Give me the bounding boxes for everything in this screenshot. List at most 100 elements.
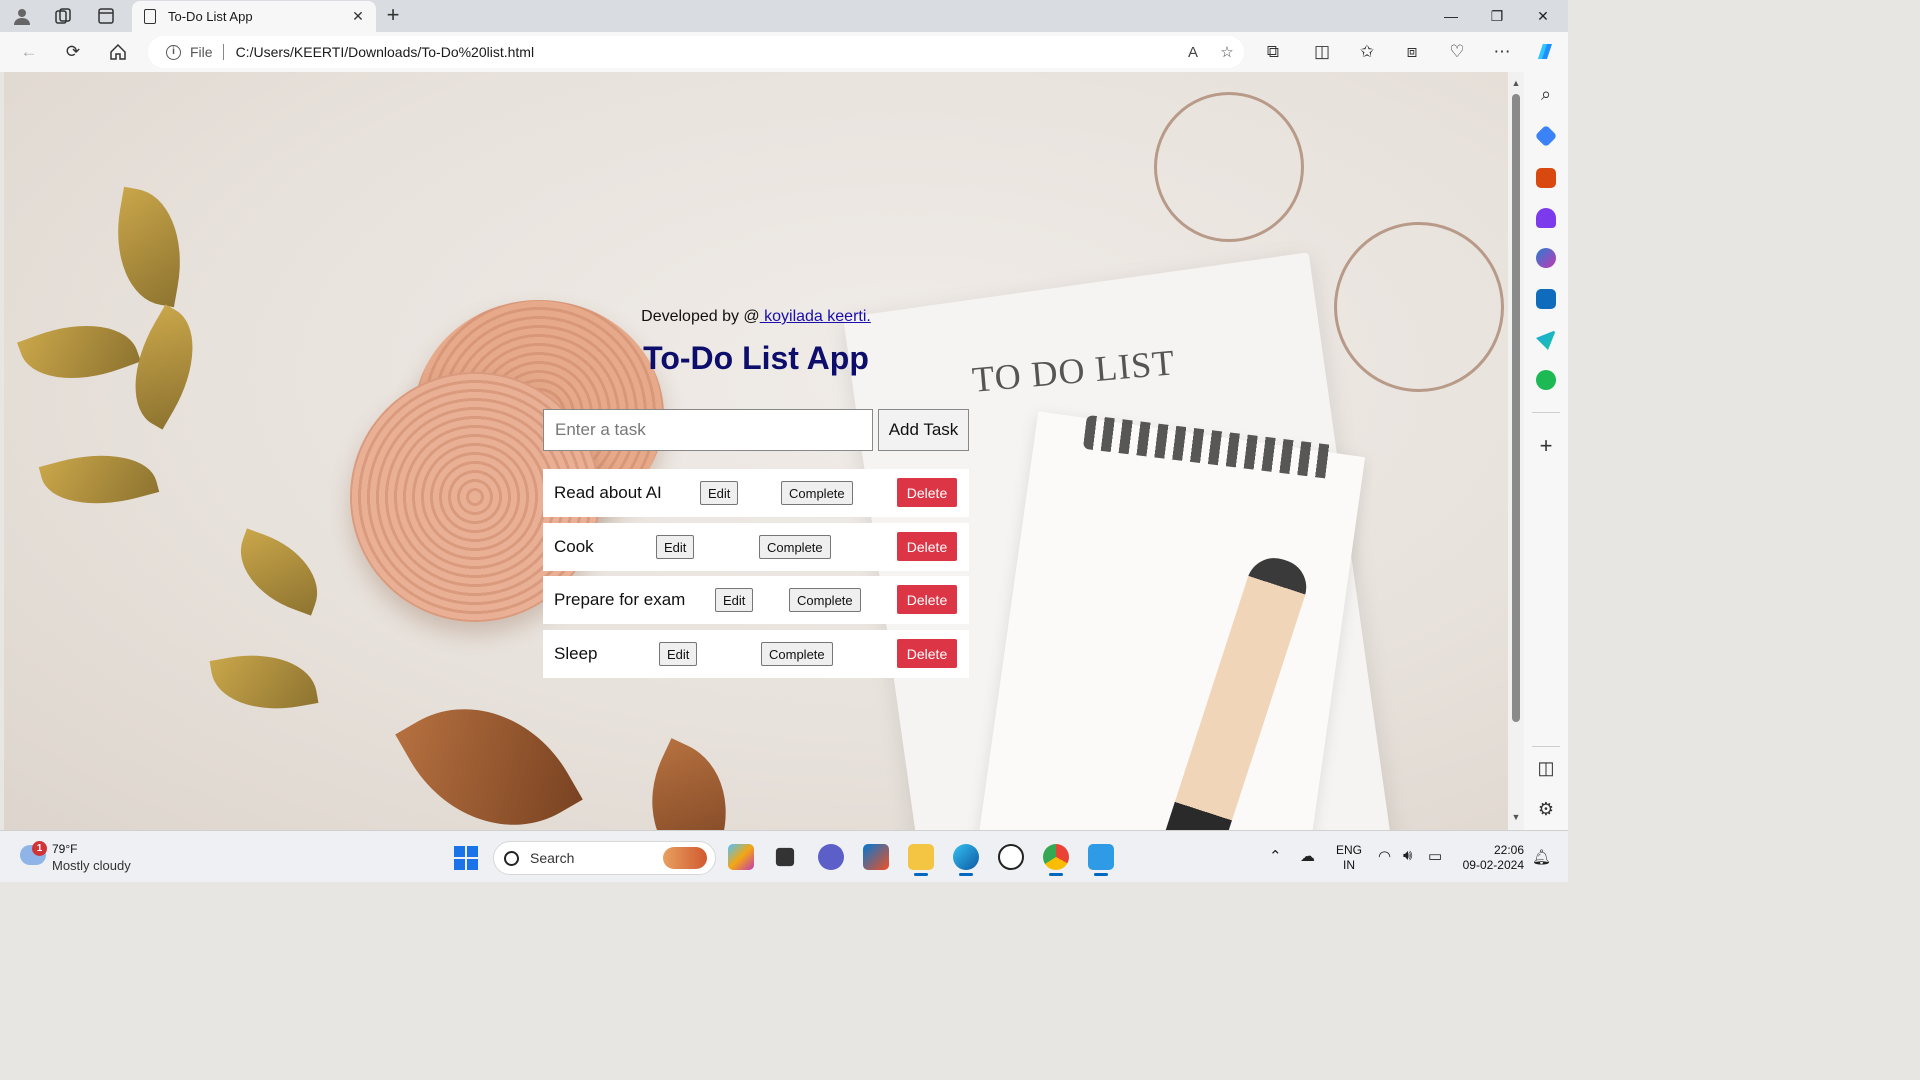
close-tab-icon[interactable]: ✕ [346, 8, 370, 25]
url-scheme: File [190, 44, 213, 60]
region-code: IN [1343, 858, 1355, 872]
refresh-icon[interactable]: ⟳ [58, 38, 88, 66]
volume-icon[interactable]: 🔊︎ [1403, 847, 1412, 864]
browser-tab[interactable]: To-Do List App ✕ [132, 1, 376, 32]
task-item: Sleep Edit Complete Delete [543, 630, 969, 678]
collections-icon[interactable]: ⧈ [1397, 38, 1427, 66]
settings-gear-icon[interactable]: ⚙ [1524, 799, 1568, 820]
tools-icon[interactable] [1536, 168, 1556, 188]
start-windows-icon[interactable] [454, 846, 478, 870]
notepad-icon[interactable] [1088, 844, 1114, 876]
task-input[interactable] [543, 409, 873, 451]
credit-prefix: Developed by @ [641, 308, 760, 325]
leaf-decoration [395, 669, 583, 830]
add-task-button[interactable]: Add Task [878, 409, 969, 451]
restore-icon[interactable]: ❐ [1474, 4, 1520, 28]
favorite-star-icon[interactable]: ☆ [1210, 43, 1244, 61]
leaf-decoration [226, 528, 332, 616]
more-menu-icon[interactable]: ⋯ [1487, 38, 1517, 66]
delete-button[interactable]: Delete [897, 532, 957, 561]
complete-button[interactable]: Complete [781, 481, 853, 505]
task-item: Cook Edit Complete Delete [543, 523, 969, 571]
tab-title: To-Do List App [168, 9, 253, 24]
file-explorer-icon[interactable] [908, 844, 934, 876]
page-scrollbar[interactable]: ▲ ▼ [1508, 72, 1524, 830]
send-icon[interactable] [1536, 330, 1556, 350]
page-icon [144, 9, 156, 24]
dell-icon[interactable] [998, 844, 1024, 870]
copilot-icon[interactable] [1530, 38, 1560, 66]
chrome-icon[interactable] [1043, 844, 1069, 876]
read-aloud-icon[interactable]: A [1176, 44, 1210, 61]
leaf-decoration [110, 304, 218, 430]
outlook-icon[interactable] [1536, 289, 1556, 309]
microsoft365-icon[interactable] [1536, 248, 1556, 268]
favorites-icon[interactable]: ✩ [1352, 38, 1382, 66]
leaf-decoration [38, 438, 160, 521]
search-highlight-icon [663, 847, 707, 869]
url-separator [222, 44, 224, 60]
search-icon[interactable]: ⌕ [1524, 84, 1568, 105]
complete-button[interactable]: Complete [761, 642, 833, 666]
edit-button[interactable]: Edit [715, 588, 754, 612]
onedrive-icon[interactable]: ☁ [1300, 847, 1315, 865]
address-bar[interactable]: i File C:/Users/KEERTI/Downloads/To-Do%2… [148, 36, 1244, 68]
home-icon[interactable] [103, 38, 133, 66]
task-name: Cook [554, 537, 594, 556]
task-view-icon[interactable] [775, 847, 795, 867]
browser-title-bar: To-Do List App ✕ + — ❐ ✕ [0, 0, 1568, 32]
scroll-down-icon[interactable]: ▼ [1508, 812, 1524, 822]
edit-button[interactable]: Edit [659, 642, 698, 666]
wifi-icon[interactable]: ◠ [1378, 847, 1391, 865]
windows-taskbar: 1 79°F Mostly cloudy Search ⌃ ☁ ENG IN ◠… [0, 830, 1568, 882]
extensions-icon[interactable]: ⧉ [1258, 38, 1288, 66]
task-name: Read about AI [554, 483, 662, 502]
edit-button[interactable]: Edit [656, 535, 695, 559]
url-text[interactable]: C:/Users/KEERTI/Downloads/To-Do%20list.h… [236, 44, 1176, 60]
complete-button[interactable]: Complete [759, 535, 831, 559]
battery-icon[interactable]: ▭ [1428, 847, 1442, 865]
developer-credit: Developed by @ koyilada keerti. [543, 308, 969, 326]
sidebar-divider [1532, 412, 1560, 413]
system-clock[interactable]: 22:06 09-02-2024 [1460, 843, 1524, 873]
page-viewport: TO DO LIST Developed by @ koyilada keert… [4, 72, 1508, 830]
task-item: Prepare for exam Edit Complete Delete [543, 576, 969, 624]
delete-button[interactable]: Delete [897, 478, 957, 507]
scroll-up-icon[interactable]: ▲ [1508, 78, 1524, 88]
notification-bell-icon[interactable]: 🔔︎ [1532, 848, 1551, 866]
delete-button[interactable]: Delete [897, 585, 957, 614]
edit-button[interactable]: Edit [700, 481, 739, 505]
store-icon[interactable] [863, 844, 889, 870]
split-screen-icon[interactable]: ◫ [1307, 38, 1337, 66]
developer-link[interactable]: koyilada keerti. [760, 308, 871, 325]
tab-actions-icon[interactable] [94, 4, 118, 28]
browser-toolbar: ← ⟳ i File C:/Users/KEERTI/Downloads/To-… [0, 32, 1568, 72]
glasses-decoration [1154, 92, 1304, 242]
scroll-thumb[interactable] [1512, 94, 1520, 722]
browser-essentials-icon[interactable]: ♡ [1442, 38, 1472, 66]
back-icon[interactable]: ← [14, 38, 44, 66]
delete-button[interactable]: Delete [897, 639, 957, 668]
language-indicator[interactable]: ENG IN [1336, 843, 1362, 873]
hide-sidebar-icon[interactable]: ◫ [1524, 758, 1568, 779]
copilot-app-icon[interactable] [728, 844, 754, 870]
complete-button[interactable]: Complete [789, 588, 861, 612]
close-window-icon[interactable]: ✕ [1520, 4, 1566, 28]
taskbar-search[interactable]: Search [493, 841, 716, 875]
glasses-decoration [1334, 222, 1504, 392]
workspaces-icon[interactable] [51, 4, 75, 28]
leaf-decoration [104, 186, 194, 308]
add-icon[interactable]: + [1524, 433, 1568, 459]
games-icon[interactable] [1536, 208, 1556, 228]
edge-browser-icon[interactable] [953, 844, 979, 876]
show-hidden-icons-icon[interactable]: ⌃ [1269, 847, 1282, 865]
profile-icon[interactable] [10, 4, 34, 28]
shopping-icon[interactable] [1534, 124, 1558, 148]
weather-badge: 1 [32, 841, 47, 856]
teams-chat-icon[interactable] [818, 844, 844, 870]
site-info-icon[interactable]: i [166, 44, 181, 60]
new-tab-icon[interactable]: + [380, 2, 406, 28]
spotify-icon[interactable] [1536, 370, 1556, 390]
clock-date: 09-02-2024 [1462, 858, 1524, 872]
minimize-icon[interactable]: — [1428, 4, 1474, 28]
